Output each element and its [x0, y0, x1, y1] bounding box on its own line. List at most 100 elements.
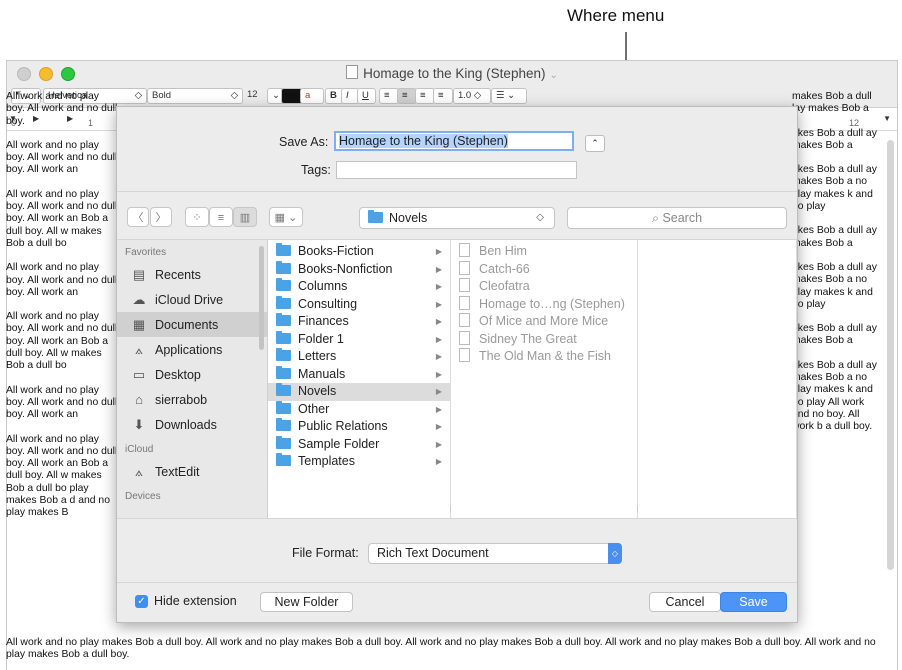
- folder-item[interactable]: Other ▶: [268, 400, 450, 419]
- folder-item[interactable]: Consulting ▶: [268, 295, 450, 314]
- chevron-right-icon: ▶: [435, 299, 442, 309]
- folder-item[interactable]: Columns ▶: [268, 278, 450, 296]
- hide-extension-checkbox[interactable]: ✓: [135, 595, 148, 608]
- file-item[interactable]: The Old Man & the Fish: [451, 348, 637, 366]
- font-style-menu[interactable]: Bold ◇: [147, 88, 243, 104]
- folder-icon: [276, 400, 291, 414]
- divider: [117, 191, 797, 192]
- format-toolbar: ¶ ⌄ Helvetica ◇ Bold ◇ 12 ⌄ a B I U ≡ ≡ ≡ …: [7, 85, 897, 108]
- save-button[interactable]: Save: [720, 592, 787, 612]
- document-left-text[interactable]: All work and no play boy. All work and n…: [6, 91, 118, 611]
- grid-icon: ⁘: [192, 212, 202, 224]
- recents-icon: ▤: [132, 267, 146, 282]
- document-icon: [346, 65, 359, 79]
- underline-button[interactable]: U: [357, 88, 376, 104]
- line-spacing-menu[interactable]: 1.0 ◇: [453, 88, 491, 104]
- cancel-button[interactable]: Cancel: [649, 592, 721, 612]
- sidebar-item-recents[interactable]: ▤ Recents: [117, 262, 267, 287]
- arrange-menu-button[interactable]: ▦ ⌄: [269, 207, 303, 227]
- arrange-icon: ▦: [274, 212, 286, 224]
- file-icon: [459, 260, 470, 275]
- expand-dialog-button[interactable]: ⌃: [585, 135, 605, 152]
- file-item[interactable]: Cleofatra: [451, 278, 637, 296]
- right-margin-icon: ▼: [883, 114, 891, 123]
- chevron-right-icon: 〉: [155, 212, 167, 224]
- folder-icon: [368, 210, 383, 223]
- cloud-icon: ☁: [132, 292, 146, 307]
- forward-button[interactable]: 〉: [150, 207, 172, 227]
- sidebar-item-downloads[interactable]: ⬇ Downloads: [117, 412, 267, 437]
- file-item[interactable]: Catch-66: [451, 260, 637, 279]
- folder-item[interactable]: Public Relations ▶: [268, 418, 450, 436]
- document-paragraph: All work and no play boy. All work and n…: [6, 188, 118, 249]
- document-paragraph: All work and no play boy. All work and n…: [6, 91, 118, 127]
- folder-item[interactable]: Templates ▶: [268, 453, 450, 471]
- back-button[interactable]: 〈: [127, 207, 149, 227]
- folder-item[interactable]: Sample Folder ▶: [268, 435, 450, 454]
- file-format-select[interactable]: Rich Text Document ◇: [368, 543, 622, 564]
- chevron-right-icon: ▶: [435, 334, 442, 344]
- sidebar-item-sierrabob[interactable]: ⌂ sierrabob: [117, 387, 267, 412]
- folder-item[interactable]: Books-Nonfiction ▶: [268, 260, 450, 279]
- align-right-icon[interactable]: ≡: [415, 88, 435, 104]
- sidebar-item-applications[interactable]: ⟑ Applications: [117, 337, 267, 362]
- folder-item[interactable]: Finances ▶: [268, 313, 450, 331]
- folder-icon: [276, 278, 291, 291]
- document-paragraph: All work and no play boy. All work and n…: [6, 139, 118, 176]
- file-browser: Favorites ▤ Recents ☁ iCloud Drive ▦ Docume…: [117, 239, 797, 519]
- highlight-color-icon[interactable]: a: [300, 88, 324, 104]
- save-as-field[interactable]: Homage to the King (Stephen): [334, 131, 574, 151]
- file-item[interactable]: Sidney The Great: [451, 330, 637, 349]
- file-icon: [459, 330, 470, 345]
- new-folder-button[interactable]: New Folder: [260, 592, 353, 612]
- columns-icon: ▥: [239, 212, 251, 224]
- folder-icon: [276, 313, 291, 326]
- document-bottom-text[interactable]: All work and no play makes Bob a dull bo…: [6, 637, 886, 662]
- hide-extension-label[interactable]: Hide extension: [154, 594, 237, 608]
- search-input[interactable]: ⌕ Search: [567, 207, 787, 229]
- document-scrollbar[interactable]: [887, 140, 894, 570]
- document-paragraph: makes Bob a dull lay makes Bob a: [792, 91, 872, 115]
- applications-icon: ⟑: [135, 342, 143, 357]
- tags-field[interactable]: [336, 161, 577, 179]
- icon-view-button[interactable]: ⁘: [185, 207, 209, 227]
- list-bullets-menu[interactable]: ☰ ⌄: [491, 88, 527, 104]
- folder-item[interactable]: Manuals ▶: [268, 365, 450, 384]
- sidebar-item-documents[interactable]: ▦ Documents: [117, 312, 267, 337]
- sidebar-devices-header: Devices: [125, 491, 161, 502]
- downloads-icon: ⬇: [133, 417, 145, 432]
- folder-item[interactable]: Folder 1 ▶: [268, 330, 450, 349]
- folder-icon: [276, 418, 291, 431]
- file-item[interactable]: Of Mice and More Mice: [451, 313, 637, 331]
- sidebar-scrollbar[interactable]: [259, 246, 264, 350]
- justify-icon[interactable]: ≡: [433, 88, 453, 104]
- document-paragraph: akes Bob a dull ay makes Bob a: [792, 225, 877, 249]
- checkmark-icon: ✓: [137, 596, 146, 607]
- chevron-right-icon: ▶: [435, 369, 442, 379]
- folder-item[interactable]: Letters ▶: [268, 348, 450, 366]
- sidebar-item-icloud-drive[interactable]: ☁ iCloud Drive: [117, 287, 267, 312]
- file-item[interactable]: Ben Him: [451, 243, 637, 261]
- file-icon: [459, 278, 470, 292]
- where-menu[interactable]: Novels ◇: [359, 207, 555, 229]
- align-center-icon[interactable]: ≡: [397, 88, 417, 104]
- file-item[interactable]: Homage to…ng (Stephen): [451, 295, 637, 314]
- document-paragraph: akes Bob a dull ay makes Bob a no play m…: [792, 359, 877, 433]
- folder-item[interactable]: Books-Fiction ▶: [268, 243, 450, 261]
- document-paragraph: akes Bob a dull ay makes Bob a no play m…: [792, 261, 877, 310]
- window-title[interactable]: Homage to the King (Stephen) ⌄: [7, 65, 897, 81]
- document-paragraph: akes Bob a dull ay makes Bob a: [792, 127, 877, 151]
- document-paragraph: All work and no play boy. All work and n…: [6, 433, 118, 519]
- save-sheet: Save As: Homage to the King (Stephen) ⌃ …: [116, 106, 798, 623]
- sidebar-item-desktop[interactable]: ▭ Desktop: [117, 362, 267, 387]
- folder-item-selected[interactable]: Novels ▶: [268, 383, 450, 401]
- align-left-icon[interactable]: ≡: [379, 88, 399, 104]
- list-view-button[interactable]: ≡: [209, 207, 233, 227]
- sidebar-item-textedit[interactable]: ⟑ TextEdit: [117, 459, 267, 484]
- column-view-button[interactable]: ▥: [233, 207, 257, 227]
- chevron-right-icon: ▶: [435, 422, 442, 431]
- folder-icon: [276, 330, 291, 344]
- document-right-text[interactable]: makes Bob a dull lay makes Bob a akes Bo…: [792, 91, 878, 611]
- tags-label: Tags:: [301, 163, 331, 177]
- folder-icon: [276, 383, 291, 396]
